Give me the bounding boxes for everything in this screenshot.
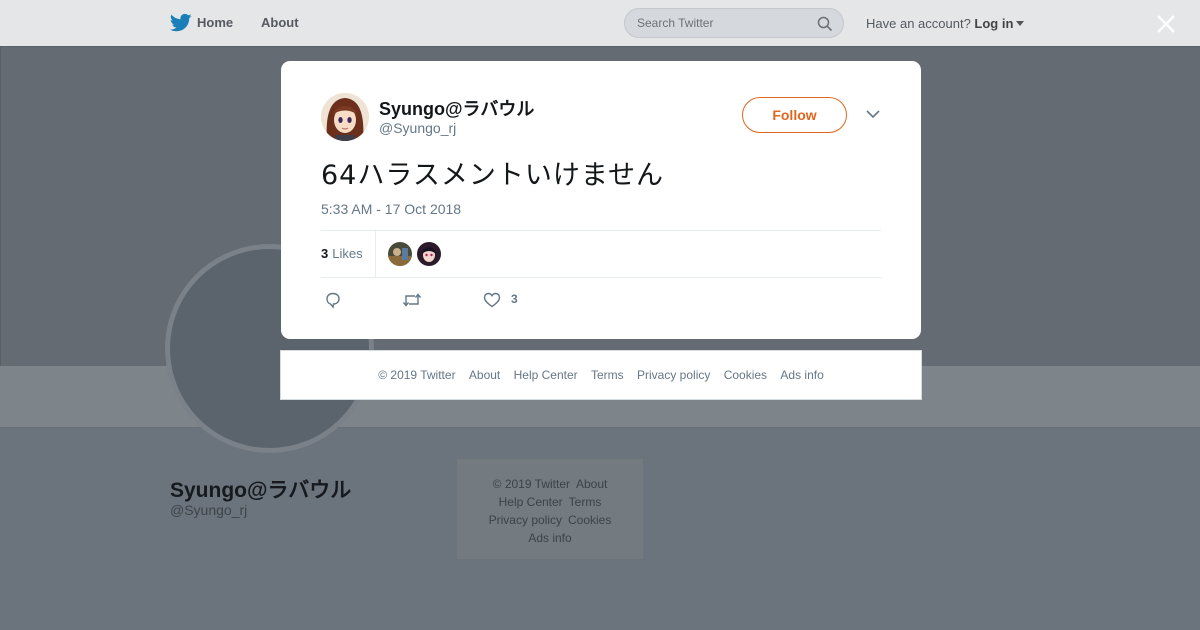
reply-icon bbox=[326, 292, 340, 309]
close-icon[interactable] bbox=[1156, 14, 1176, 34]
footer-ads-link[interactable]: Ads info bbox=[780, 368, 823, 382]
search-input[interactable] bbox=[637, 16, 807, 30]
likes-number: 3 bbox=[321, 246, 329, 261]
reply-button[interactable] bbox=[324, 291, 342, 309]
footer-terms-link[interactable]: Terms bbox=[569, 495, 602, 509]
chevron-down-icon[interactable] bbox=[865, 108, 881, 120]
likes-stat[interactable]: 3 Likes bbox=[321, 246, 363, 261]
liker-avatar[interactable] bbox=[388, 242, 412, 266]
profile-handle: @Syungo_rj bbox=[170, 502, 248, 518]
footer-cookies-link[interactable]: Cookies bbox=[568, 513, 611, 527]
account-menu: Have an account? Log in bbox=[866, 16, 1025, 31]
footer-copyright: © 2019 Twitter bbox=[492, 477, 570, 491]
divider bbox=[321, 277, 881, 278]
footer-help-link[interactable]: Help Center bbox=[514, 368, 578, 382]
account-prompt: Have an account? bbox=[866, 16, 971, 31]
author-avatar[interactable] bbox=[321, 93, 369, 141]
login-link[interactable]: Log in bbox=[974, 16, 1013, 31]
search-box bbox=[624, 8, 844, 38]
footer-ads-link[interactable]: Ads info bbox=[528, 531, 571, 545]
footer-cookies-link[interactable]: Cookies bbox=[724, 368, 767, 382]
search-icon[interactable] bbox=[817, 16, 833, 32]
likes-label: Likes bbox=[332, 246, 363, 261]
twitter-bird-icon[interactable] bbox=[170, 13, 192, 33]
retweet-icon bbox=[402, 293, 422, 307]
footer-privacy-link[interactable]: Privacy policy bbox=[637, 368, 710, 382]
like-button[interactable] bbox=[483, 291, 501, 309]
divider bbox=[321, 230, 881, 231]
nav-home-link[interactable]: Home bbox=[197, 15, 233, 30]
top-navigation-bar: Home About Have an account? Log in bbox=[0, 0, 1200, 47]
tweet-modal: Syungo@ラバウル @Syungo_rj Follow 64ハラスメントいけ… bbox=[281, 61, 921, 339]
like-count: 3 bbox=[511, 292, 518, 306]
footer-help-link[interactable]: Help Center bbox=[499, 495, 563, 509]
author-handle[interactable]: @Syungo_rj bbox=[379, 120, 456, 136]
likes-separator bbox=[375, 231, 376, 277]
footer-about-link[interactable]: About bbox=[469, 368, 500, 382]
caret-down-icon[interactable] bbox=[1016, 21, 1025, 26]
tweet-timestamp[interactable]: 5:33 AM - 17 Oct 2018 bbox=[321, 201, 461, 217]
author-name[interactable]: Syungo@ラバウル bbox=[379, 95, 534, 121]
footer-copyright: © 2019 Twitter bbox=[378, 368, 456, 382]
tweet-text: 64ハラスメントいけません bbox=[321, 160, 665, 191]
heart-icon bbox=[483, 292, 501, 308]
footer-terms-link[interactable]: Terms bbox=[591, 368, 624, 382]
retweet-button[interactable] bbox=[402, 291, 422, 309]
nav-about-link[interactable]: About bbox=[261, 15, 299, 30]
footer-about-link[interactable]: About bbox=[576, 477, 607, 491]
follow-button[interactable]: Follow bbox=[742, 97, 847, 133]
modal-footer: © 2019 Twitter About Help Center Terms P… bbox=[280, 350, 922, 400]
footer-privacy-link[interactable]: Privacy policy bbox=[489, 513, 562, 527]
liker-avatar[interactable] bbox=[417, 242, 441, 266]
profile-name: Syungo@ラバウル bbox=[170, 479, 352, 502]
profile-footer: © 2019 Twitter About Help Center Terms Pri… bbox=[456, 458, 644, 560]
